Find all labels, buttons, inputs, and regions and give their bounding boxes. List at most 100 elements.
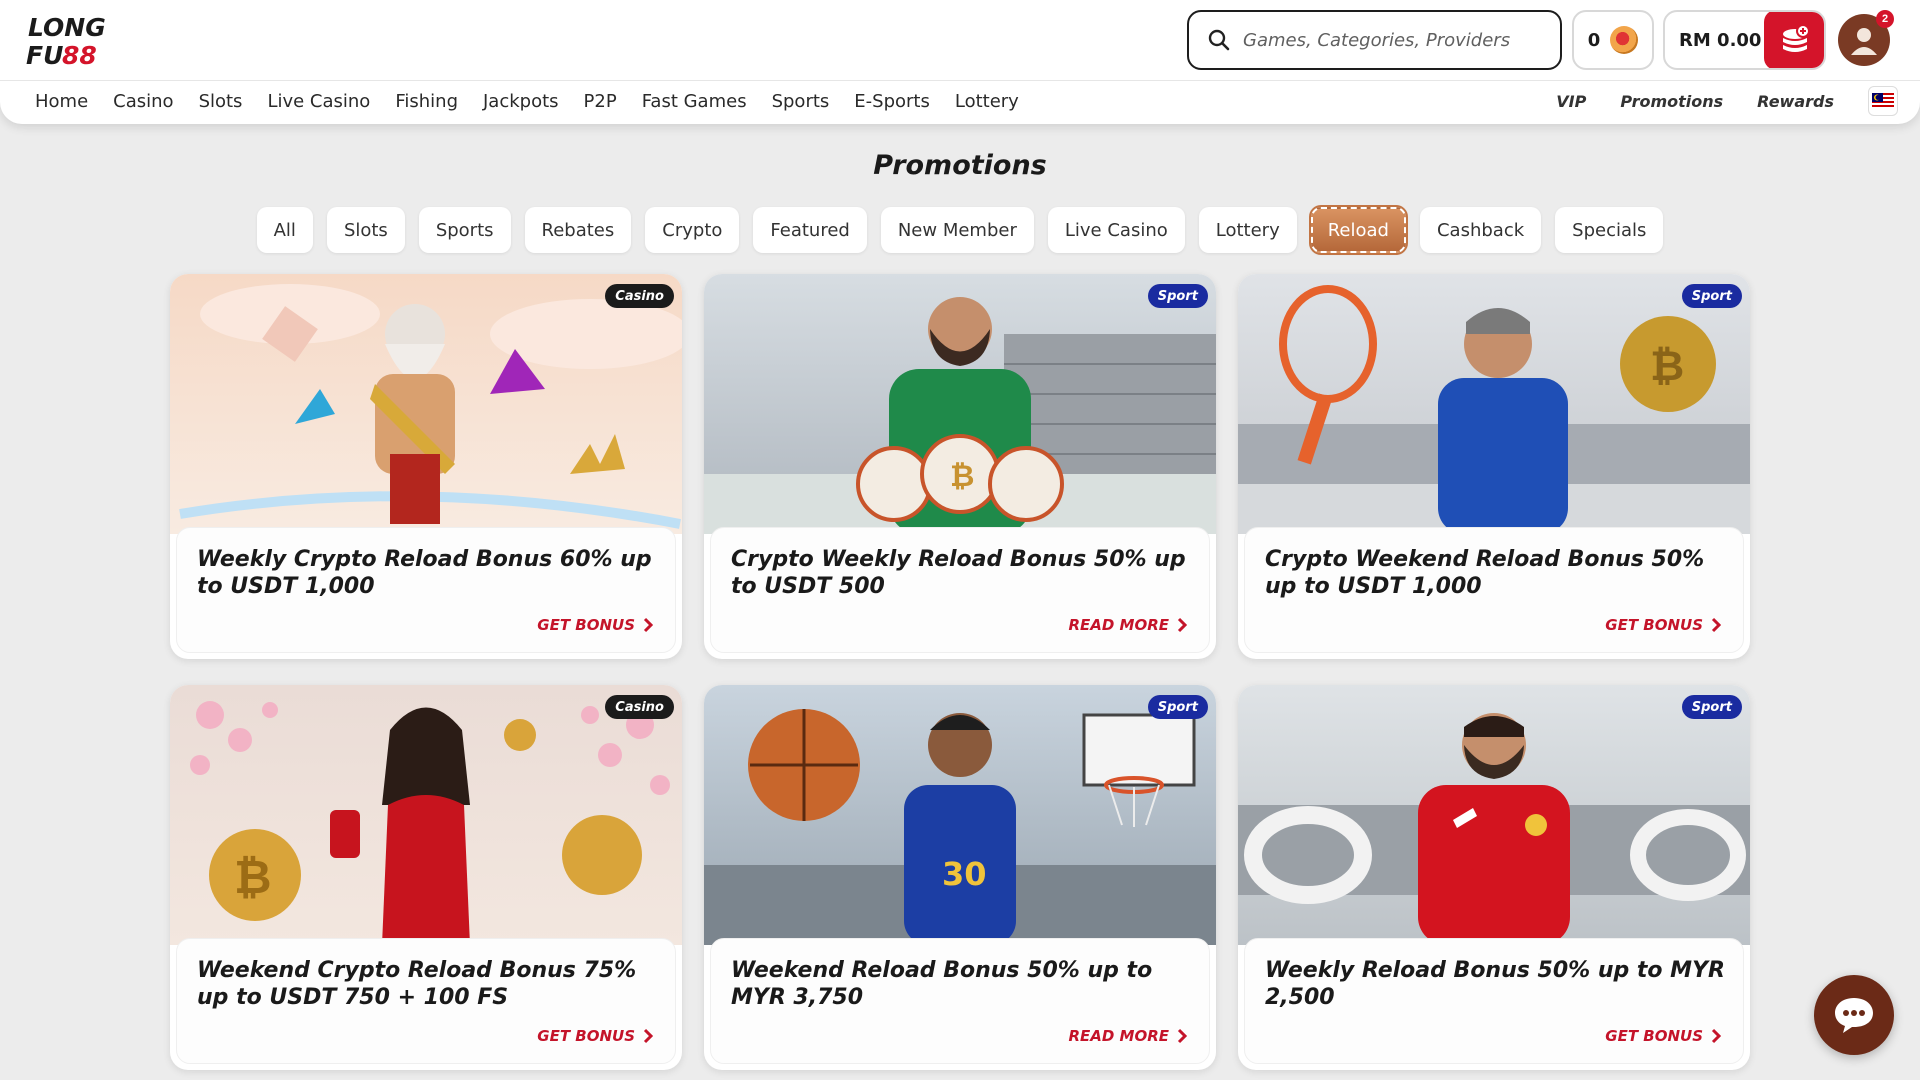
chevron-right-icon — [643, 617, 653, 633]
get-bonus-link[interactable]: GET BONUS — [1605, 616, 1721, 634]
header-divider — [0, 80, 1920, 81]
nav-fishing[interactable]: Fishing — [395, 88, 458, 116]
brand-logo-icon: LONG FU 88 — [26, 13, 106, 70]
nav-rewards[interactable]: Rewards — [1757, 92, 1834, 111]
read-more-link[interactable]: READ MORE — [1068, 1027, 1187, 1045]
chat-bubble-icon — [1835, 998, 1873, 1033]
cta-label: GET BONUS — [1605, 1027, 1703, 1045]
notification-badge: 2 — [1876, 10, 1894, 28]
coin-balance[interactable]: 0 — [1572, 10, 1654, 70]
logo[interactable]: LONG FU 88 — [26, 12, 110, 70]
svg-text:₿: ₿ — [950, 459, 974, 494]
promo-info: Weekend Reload Bonus 50% up to MYR 3,750… — [710, 938, 1210, 1064]
category-tag: Sport — [1681, 695, 1742, 719]
nav-sports[interactable]: Sports — [772, 88, 830, 116]
main-nav: Home Casino Slots Live Casino Fishing Ja… — [35, 88, 1044, 116]
svg-text:88: 88 — [62, 41, 97, 68]
promo-info: Weekend Crypto Reload Bonus 75% up to US… — [176, 938, 676, 1064]
coin-icon — [1610, 26, 1639, 54]
promo-title: Crypto Weekly Reload Bonus 50% up to USD… — [731, 547, 1186, 599]
promo-image — [1238, 685, 1750, 945]
page-title: Promotions — [873, 150, 1047, 181]
category-tag: Sport — [1147, 284, 1208, 308]
read-more-link[interactable]: READ MORE — [1068, 616, 1187, 634]
promo-card[interactable]: 30 Sport Weekend Reload Bonus 50% up to … — [704, 685, 1216, 1070]
filter-featured[interactable]: Featured — [753, 207, 867, 253]
cta-label: GET BONUS — [537, 1027, 635, 1045]
cta-label: GET BONUS — [1605, 616, 1703, 634]
category-tag: Sport — [1681, 284, 1742, 308]
nav-fast-games[interactable]: Fast Games — [642, 88, 747, 116]
nav-promotions[interactable]: Promotions — [1620, 92, 1723, 111]
filter-lottery[interactable]: Lottery — [1198, 207, 1297, 253]
get-bonus-link[interactable]: GET BONUS — [537, 1027, 653, 1045]
get-bonus-link[interactable]: GET BONUS — [537, 616, 653, 634]
svg-text:30: 30 — [942, 855, 987, 893]
get-bonus-link[interactable]: GET BONUS — [1605, 1027, 1721, 1045]
filter-sports[interactable]: Sports — [418, 207, 511, 253]
filter-all[interactable]: All — [256, 207, 313, 253]
promo-image: ₿ — [704, 274, 1216, 534]
nav-lottery[interactable]: Lottery — [955, 88, 1019, 116]
svg-text:₿: ₿ — [234, 850, 272, 904]
svg-text:₿: ₿ — [1650, 341, 1684, 390]
filter-reload[interactable]: Reload — [1308, 205, 1408, 255]
chevron-right-icon — [1711, 1028, 1721, 1044]
malaysia-flag-icon — [1872, 93, 1894, 109]
promo-card[interactable]: Sport Weekly Reload Bonus 50% up to MYR … — [1238, 685, 1750, 1070]
nav-casino[interactable]: Casino — [113, 88, 173, 116]
wallet-coins-icon — [1783, 24, 1810, 52]
search-box[interactable] — [1187, 10, 1562, 70]
nav-slots[interactable]: Slots — [199, 88, 243, 116]
user-avatar[interactable]: 2 — [1838, 10, 1894, 66]
search-input[interactable] — [1243, 29, 1543, 51]
nav-e-sports[interactable]: E-Sports — [854, 88, 930, 116]
promo-card[interactable]: ₿ Sport Crypto Weekend Reload Bonus 50% … — [1238, 274, 1750, 659]
cta-label: READ MORE — [1068, 616, 1169, 634]
wallet-balance[interactable]: RM 0.00 — [1663, 10, 1826, 70]
filter-crypto[interactable]: Crypto — [645, 207, 740, 253]
secondary-nav: VIP Promotions Rewards — [1556, 86, 1898, 116]
nav-p2p[interactable]: P2P — [584, 88, 617, 116]
svg-text:LONG: LONG — [28, 13, 106, 42]
chevron-right-icon — [1177, 617, 1187, 633]
cta-label: READ MORE — [1068, 1027, 1169, 1045]
filter-specials[interactable]: Specials — [1555, 207, 1664, 253]
nav-vip[interactable]: VIP — [1556, 92, 1586, 111]
nav-jackpots[interactable]: Jackpots — [483, 88, 559, 116]
cta-label: GET BONUS — [537, 616, 635, 634]
filter-slots[interactable]: Slots — [326, 207, 405, 253]
filter-cashback[interactable]: Cashback — [1419, 207, 1542, 253]
promo-title: Crypto Weekend Reload Bonus 50% up to US… — [1265, 547, 1705, 599]
deposit-button[interactable] — [1764, 12, 1824, 68]
promo-image: ₿ — [170, 685, 682, 945]
filter-new-member[interactable]: New Member — [880, 207, 1034, 253]
balance-amount: RM 0.00 — [1679, 29, 1762, 51]
promo-info: Crypto Weekly Reload Bonus 50% up to USD… — [710, 527, 1210, 653]
promo-info: Weekly Reload Bonus 50% up to MYR 2,500 … — [1244, 938, 1744, 1064]
chevron-right-icon — [1711, 617, 1721, 633]
language-selector[interactable] — [1868, 86, 1898, 116]
promo-title: Weekend Reload Bonus 50% up to MYR 3,750 — [731, 958, 1153, 1010]
promo-info: Crypto Weekend Reload Bonus 50% up to US… — [1244, 527, 1744, 653]
promo-image: 30 — [704, 685, 1216, 945]
chevron-right-icon — [643, 1028, 653, 1044]
svg-text:FU: FU — [26, 41, 63, 68]
promo-title: Weekly Reload Bonus 50% up to MYR 2,500 — [1265, 958, 1725, 1010]
promo-card[interactable]: Casino Weekly Crypto Reload Bonus 60% up… — [170, 274, 682, 659]
category-tag: Casino — [605, 284, 674, 308]
search-icon — [1208, 29, 1230, 51]
category-tag: Casino — [605, 695, 674, 719]
promo-card[interactable]: ₿ Casino Weekend Crypto Reload Bonus 75%… — [170, 685, 682, 1070]
filter-live-casino[interactable]: Live Casino — [1047, 207, 1185, 253]
promo-info: Weekly Crypto Reload Bonus 60% up to USD… — [176, 527, 676, 653]
live-chat-button[interactable] — [1814, 975, 1894, 1055]
coin-count: 0 — [1587, 29, 1601, 51]
chevron-right-icon — [1177, 1028, 1187, 1044]
promo-filter-bar: All Slots Sports Rebates Crypto Featured… — [0, 205, 1920, 255]
category-tag: Sport — [1147, 695, 1208, 719]
nav-live-casino[interactable]: Live Casino — [267, 88, 370, 116]
nav-home[interactable]: Home — [35, 88, 88, 116]
promo-card[interactable]: ₿ Sport Crypto Weekly Reload Bonus 50% u… — [704, 274, 1216, 659]
filter-rebates[interactable]: Rebates — [524, 207, 632, 253]
